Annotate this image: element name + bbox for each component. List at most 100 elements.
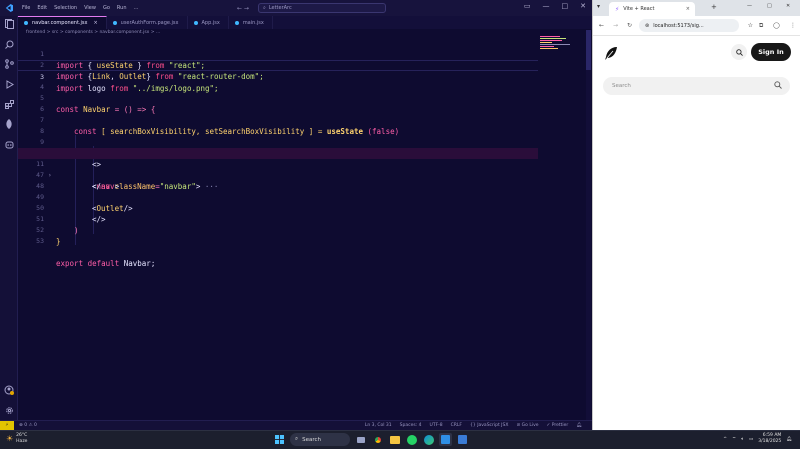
close-icon[interactable]: × [686, 6, 690, 12]
menu-dots-icon[interactable]: ⋮ [790, 22, 796, 29]
clock[interactable]: 6:59 AM 3/18/2025 [758, 433, 781, 445]
new-tab-icon[interactable]: + [711, 3, 717, 11]
search-icon[interactable] [3, 38, 15, 50]
close-icon[interactable]: ✕ [786, 3, 790, 9]
wifi-icon[interactable]: ⌔ [732, 436, 736, 442]
code-line[interactable]: 48 [18, 170, 538, 190]
code-line[interactable]: 7 const [ searchBoxVisibility, setSearch… [18, 104, 538, 136]
bookmark-star-icon[interactable]: ☆ [748, 22, 753, 29]
browser-tab[interactable]: ⚡ Vite + React × [609, 2, 695, 16]
code-line[interactable]: 6 [18, 93, 538, 113]
notification-icon[interactable]: 🔔︎ [786, 437, 792, 442]
tab-navbar-component[interactable]: navbar.component.jsx × [18, 16, 107, 29]
site-info-icon[interactable]: ⊜ [645, 23, 649, 29]
address-bar[interactable]: ⊜ localhost:5173/sig... ☆ [639, 19, 753, 32]
menu-run[interactable]: Run [117, 5, 127, 11]
code-line[interactable]: 53 [18, 225, 538, 245]
layout-icon[interactable]: ▭ [524, 2, 531, 10]
battery-icon[interactable]: ▭ [749, 437, 753, 442]
robot-extension-icon[interactable] [3, 138, 15, 150]
code-line[interactable]: 1 import { useState } from "react"; [18, 38, 538, 70]
chrome-icon[interactable] [371, 433, 384, 446]
code-line[interactable]: 9 return ( [18, 126, 538, 158]
code-line[interactable]: 10 <> [18, 137, 538, 169]
volume-icon[interactable]: 🔈︎ [741, 436, 744, 442]
windows-start-icon[interactable] [273, 433, 286, 446]
code-editor[interactable]: 1 import { useState } from "react"; 2 im… [18, 36, 538, 420]
explorer-icon[interactable] [3, 18, 15, 30]
whatsapp-icon[interactable] [405, 433, 418, 446]
forward-icon[interactable]: → [613, 22, 618, 29]
task-view-icon[interactable] [354, 433, 367, 446]
vscode-taskbar-icon[interactable] [439, 433, 452, 446]
code-line[interactable]: 8 [18, 115, 538, 135]
code-line[interactable]: export default Navbar; [18, 236, 538, 268]
code-line[interactable]: 47 </nav> [18, 159, 538, 191]
run-debug-icon[interactable] [3, 78, 15, 90]
extensions-icon[interactable] [3, 98, 15, 110]
source-control-icon[interactable] [3, 58, 15, 70]
maximize-icon[interactable]: □ [767, 3, 772, 9]
menu-view[interactable]: View [84, 5, 96, 11]
profile-icon[interactable]: ◯ [773, 22, 780, 29]
language-mode[interactable]: {} JavaScript JSX [470, 423, 508, 428]
tab-menu-icon[interactable]: ▾ [597, 3, 600, 10]
code-line[interactable]: 5 const Navbar = () => { [18, 82, 538, 114]
close-icon[interactable]: × [93, 20, 97, 26]
maximize-icon[interactable]: □ [562, 2, 569, 10]
tab-app[interactable]: App.jsx [188, 16, 229, 29]
code-line[interactable]: 52 } [18, 214, 538, 246]
code-line-folded[interactable]: 11 › <nav className="navbar"> ··· [18, 148, 538, 191]
activity-bar [0, 16, 18, 420]
search-icon: ⌕ [295, 436, 299, 442]
prettier[interactable]: ✓ Prettier [547, 423, 569, 428]
settings-gear-icon[interactable] [3, 404, 15, 416]
bell-icon[interactable]: 🔔︎ [576, 423, 582, 428]
problems-count[interactable]: ⊗ 0 ⚠ 0 [19, 423, 37, 428]
code-line-current[interactable]: 3 import logo from "../imgs/logo.png"; [18, 60, 538, 93]
minimap[interactable] [540, 36, 580, 66]
leaf-extension-icon[interactable] [3, 118, 15, 130]
line-ending[interactable]: CRLF [451, 423, 462, 428]
code-line[interactable]: 4 [18, 71, 538, 91]
search-input[interactable]: Search [603, 77, 790, 95]
extensions-icon[interactable]: ⧉ [759, 22, 763, 30]
menu-go[interactable]: Go [103, 5, 110, 11]
tab-main[interactable]: main.jsx [229, 16, 273, 29]
tray-chevron-icon[interactable]: ^ [723, 437, 727, 442]
minimize-icon[interactable]: — [543, 2, 550, 10]
search-toggle-button[interactable] [731, 44, 747, 60]
menu-file[interactable]: File [22, 5, 30, 11]
indentation[interactable]: Spaces: 4 [400, 423, 422, 428]
code-line[interactable]: 51 ) [18, 203, 538, 235]
nav-arrows-icon[interactable]: ← → [237, 5, 249, 12]
store-icon[interactable] [456, 433, 469, 446]
account-icon[interactable] [3, 384, 15, 396]
file-explorer-icon[interactable] [388, 433, 401, 446]
sign-in-button[interactable]: Sign In [751, 43, 791, 61]
close-icon[interactable]: ✕ [580, 2, 586, 10]
go-live[interactable]: ⊘ Go Live [516, 423, 538, 428]
reload-icon[interactable]: ↻ [627, 22, 632, 29]
breadcrumb[interactable]: frontend > src > components > navbar.com… [26, 30, 160, 35]
menu-more[interactable]: … [134, 5, 139, 11]
tab-user-auth-form[interactable]: userAuthForm.page.jsx [107, 16, 188, 29]
code-line[interactable]: 49 <Outlet/> [18, 181, 538, 213]
menu-selection[interactable]: Selection [54, 5, 77, 11]
editor-scrollbar[interactable] [586, 30, 591, 420]
remote-icon[interactable]: ⚡ [0, 420, 14, 431]
code-line[interactable]: 2 import {Link, Outlet} from "react-rout… [18, 49, 538, 81]
weather-widget[interactable]: ☀ 26°C Haze [6, 433, 27, 445]
taskbar-search[interactable]: ⌕ Search [290, 433, 350, 446]
cursor-position[interactable]: Ln 3, Col 31 [365, 423, 392, 428]
taskbar: ☀ 26°C Haze ⌕ Search ^ ⌔ 🔈︎ ▭ 6:59 AM 3/… [0, 430, 800, 449]
site-logo[interactable] [603, 45, 619, 61]
encoding[interactable]: UTF-8 [430, 423, 443, 428]
minimize-icon[interactable]: — [747, 3, 752, 9]
menu-edit[interactable]: Edit [37, 5, 47, 11]
edge-icon[interactable] [422, 433, 435, 446]
code-line[interactable]: 50 </> [18, 192, 538, 224]
scrollbar-thumb[interactable] [586, 30, 591, 70]
back-icon[interactable]: ← [599, 22, 604, 29]
command-center[interactable]: ← → ⌕ LetterArc [237, 3, 386, 13]
